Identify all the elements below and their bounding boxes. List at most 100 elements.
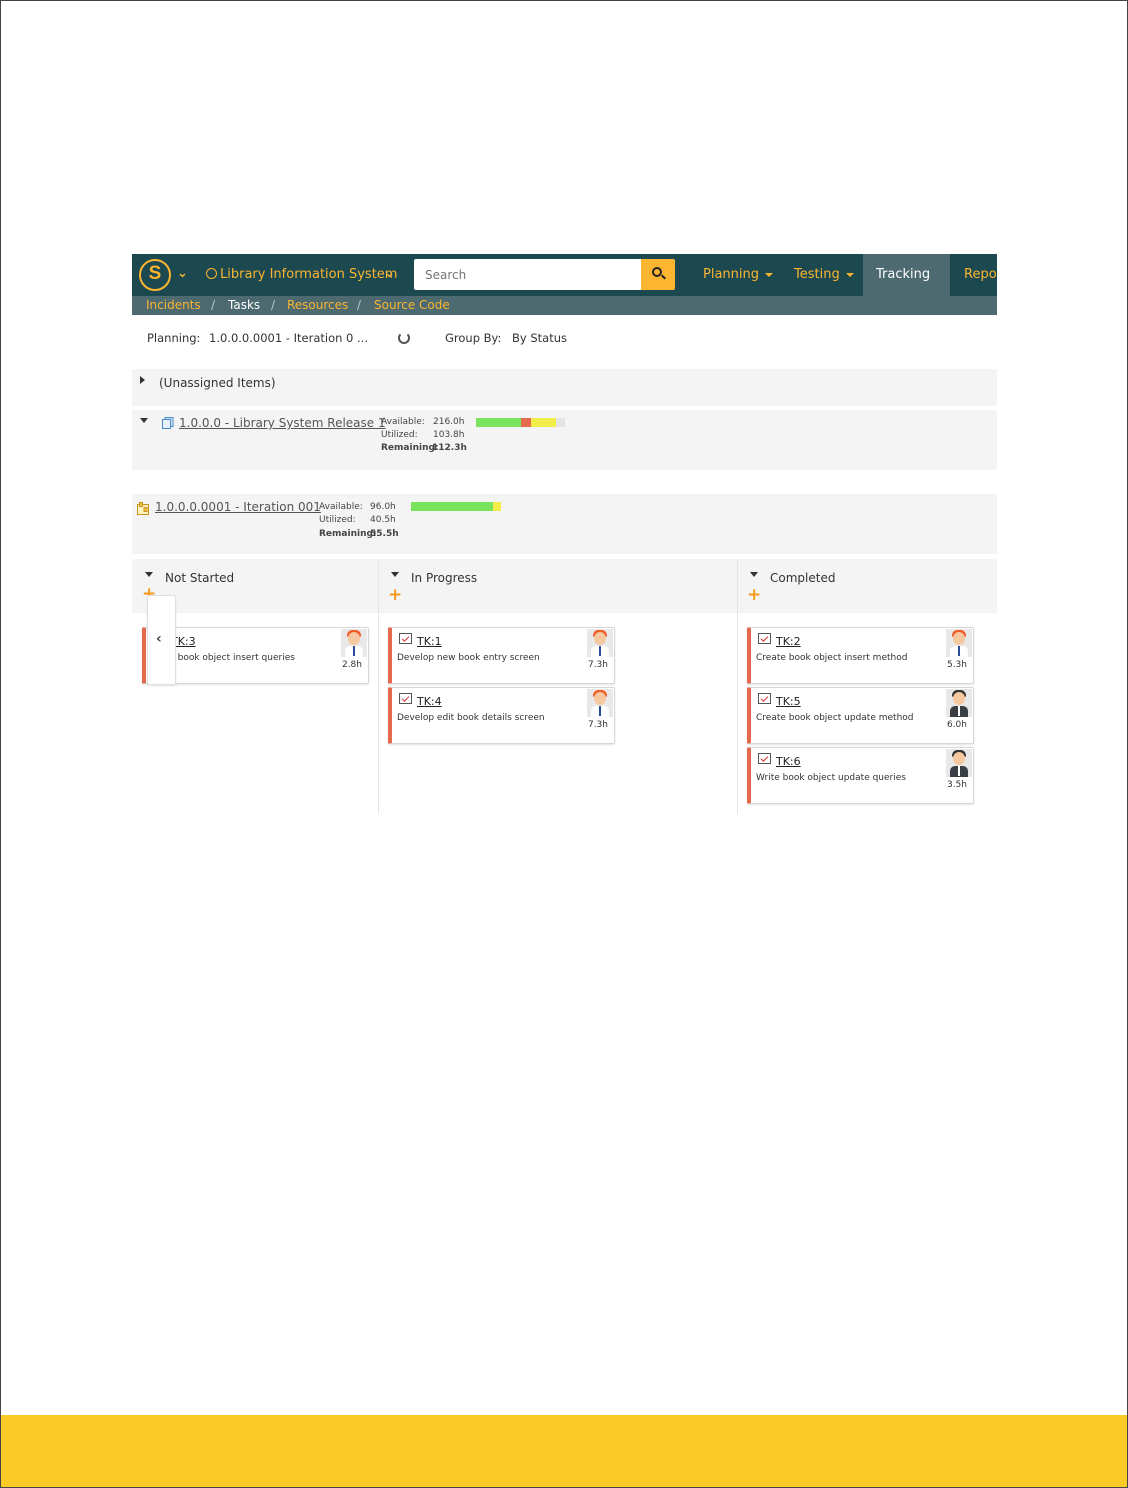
iteration-remaining-label: Remaining: <box>319 529 377 539</box>
task-id-link[interactable]: TK:1 <box>417 635 442 648</box>
subnav-separator: / <box>271 298 276 312</box>
iteration-icon <box>137 502 149 515</box>
task-card[interactable]: TK:4 Develop edit book details screen 7.… <box>388 687 615 744</box>
collapse-down-icon[interactable] <box>391 572 399 577</box>
sub-navbar: Incidents / Tasks / Resources / Source C… <box>132 296 997 315</box>
task-name: Develop edit book details screen <box>397 713 545 723</box>
subnav-resources[interactable]: Resources <box>287 298 348 312</box>
collapse-down-icon[interactable] <box>145 572 153 577</box>
task-icon <box>399 633 412 644</box>
logo-letter-icon: S <box>148 263 162 284</box>
task-hours: 2.8h <box>341 660 362 670</box>
iteration-bar-in-progress <box>492 502 501 511</box>
task-hours: 5.3h <box>946 660 967 670</box>
top-navbar: S ⌄ Library Information System ⌄ Plannin… <box>132 254 997 319</box>
project-icon <box>206 268 217 279</box>
iteration-available-label: Available: <box>319 502 363 512</box>
column-title: Completed <box>770 571 836 585</box>
user-avatar <box>587 629 613 657</box>
release-available-value: 216.0h <box>433 417 465 427</box>
planning-dropdown[interactable]: 1.0.0.0.0001 - Iteration 0 ... <box>209 331 368 345</box>
task-id-link[interactable]: TK:2 <box>776 635 801 648</box>
release-bar-completed <box>476 418 521 427</box>
release-utilized-label: Utilized: <box>381 430 418 440</box>
user-avatar <box>946 689 972 717</box>
iteration-remaining-value: 55.5h <box>370 529 399 539</box>
project-chevron-down-icon[interactable]: ⌄ <box>384 266 395 281</box>
iteration-link[interactable]: 1.0.0.0.0001 - Iteration 001 <box>155 500 321 514</box>
unassigned-label[interactable]: (Unassigned Items) <box>159 376 276 390</box>
subnav-incidents[interactable]: Incidents <box>146 298 201 312</box>
add-task-icon[interactable]: + <box>388 587 402 604</box>
release-available-label: Available: <box>381 417 425 427</box>
iteration-row: 1.0.0.0.0001 - Iteration 001 Available: … <box>132 494 997 554</box>
column-title: Not Started <box>165 571 235 585</box>
task-icon <box>399 693 412 704</box>
chevron-left-icon: ‹ <box>156 631 162 647</box>
group-by-dropdown[interactable]: By Status <box>512 331 567 345</box>
unassigned-row: (Unassigned Items) <box>132 369 997 406</box>
planning-label: Planning: <box>147 331 201 345</box>
task-name: Create book object update method <box>756 713 914 723</box>
release-utilized-value: 103.8h <box>433 430 465 440</box>
task-card[interactable]: TK:2 Create book object insert method 5.… <box>747 627 974 684</box>
column-header-completed: Completed + <box>738 559 997 613</box>
refresh-icon[interactable] <box>398 332 410 344</box>
iteration-progress-bar <box>411 502 501 511</box>
user-avatar <box>587 689 613 717</box>
task-name: Create book object insert method <box>756 653 908 663</box>
project-name[interactable]: Library Information System <box>220 267 397 282</box>
nav-planning-label: Planning <box>703 267 759 282</box>
user-avatar <box>946 629 972 657</box>
task-card[interactable]: TK:6 Write book object update queries 3.… <box>747 747 974 804</box>
footer-band <box>1 1415 1127 1487</box>
task-id-link[interactable]: TK:5 <box>776 695 801 708</box>
release-link[interactable]: 1.0.0.0 - Library System Release 1 <box>179 416 386 430</box>
add-task-icon[interactable]: + <box>747 587 761 604</box>
task-hours: 3.5h <box>946 780 967 790</box>
nav-tracking-label: Tracking <box>876 267 931 282</box>
release-bar-in-progress <box>531 418 557 427</box>
subnav-separator: / <box>211 298 216 312</box>
caret-down-icon <box>882 314 890 319</box>
task-card[interactable]: TK:5 Create book object update method 6.… <box>747 687 974 744</box>
release-row: 1.0.0.0 - Library System Release 1 Avail… <box>132 410 997 470</box>
release-remaining-label: Remaining: <box>381 443 439 453</box>
task-id-link[interactable]: TK:6 <box>776 755 801 768</box>
nav-reports[interactable]: Repor <box>954 254 997 296</box>
release-bar-late <box>520 418 532 427</box>
subnav-tasks[interactable]: Tasks <box>228 298 260 312</box>
group-by-label: Group By: <box>445 331 502 345</box>
nav-tracking[interactable]: Tracking <box>863 254 950 319</box>
search-input[interactable] <box>414 259 641 290</box>
release-remaining-value: 112.3h <box>432 443 467 453</box>
task-name: Develop new book entry screen <box>397 653 540 663</box>
subnav-source-code[interactable]: Source Code <box>374 298 450 312</box>
nav-planning[interactable]: Planning <box>693 254 783 296</box>
side-panel-handle[interactable]: ‹ <box>147 595 176 685</box>
task-hours: 7.3h <box>587 720 608 730</box>
user-avatar <box>341 629 367 657</box>
chevron-down-icon[interactable]: ⌄ <box>177 266 188 281</box>
task-card[interactable]: TK:1 Develop new book entry screen 7.3h <box>388 627 615 684</box>
task-icon <box>758 693 771 704</box>
task-icon <box>758 753 771 764</box>
collapse-down-icon[interactable] <box>140 418 148 423</box>
nav-testing[interactable]: Testing <box>784 254 864 296</box>
app-window: S ⌄ Library Information System ⌄ Plannin… <box>132 254 997 814</box>
spira-logo[interactable]: S <box>139 259 171 291</box>
iteration-bar-completed <box>411 502 493 511</box>
task-hours: 6.0h <box>946 720 967 730</box>
collapse-down-icon[interactable] <box>750 572 758 577</box>
search-box[interactable] <box>414 259 641 290</box>
task-id-link[interactable]: TK:4 <box>417 695 442 708</box>
task-name: Write book object update queries <box>756 773 906 783</box>
search-button[interactable] <box>641 259 675 290</box>
expand-right-icon[interactable] <box>140 376 145 384</box>
task-card[interactable]: TK:3 Write book object insert queries 2.… <box>142 627 369 684</box>
column-header-in-progress: In Progress + <box>379 559 737 613</box>
nav-testing-label: Testing <box>794 267 840 282</box>
nav-reports-label: Repor <box>964 267 997 282</box>
iteration-utilized-label: Utilized: <box>319 515 356 525</box>
task-hours: 7.3h <box>587 660 608 670</box>
